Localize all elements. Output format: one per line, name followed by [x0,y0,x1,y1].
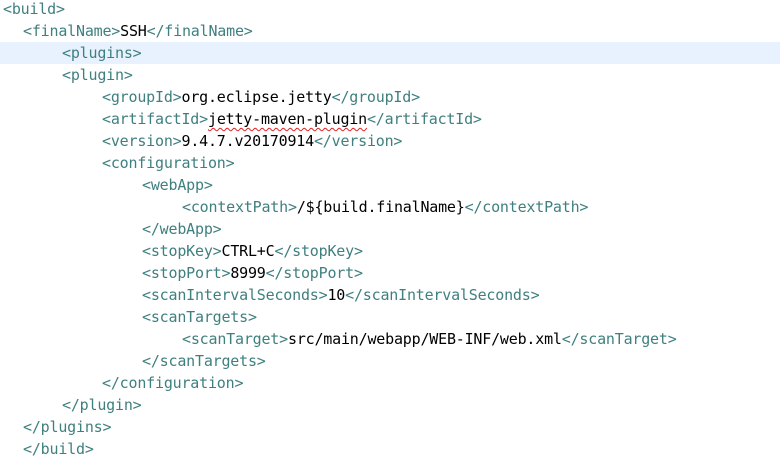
code-line: </build> [0,438,780,460]
xml-close-tag: </contextPath> [464,198,589,216]
code-line: <scanIntervalSeconds>10</scanIntervalSec… [0,284,780,306]
xml-close-tag: </version> [313,132,403,150]
xml-tag: </plugin> [62,396,142,414]
xml-text: SSH [120,22,147,40]
code-line: <artifactId>jetty-maven-plugin</artifact… [0,108,780,130]
xml-close-tag: </groupId> [331,88,421,106]
code-line: <version>9.4.7.v20170914</version> [0,130,780,152]
code-line: <stopPort>8999</stopPort> [0,262,780,284]
xml-open-tag: <scanIntervalSeconds> [142,286,328,304]
xml-tag: <scanTargets> [142,308,257,326]
code-line: <scanTargets> [0,306,780,328]
xml-text: org.eclipse.jetty [181,88,332,106]
xml-text: src/main/webapp/WEB-INF/web.xml [287,330,562,348]
code-line: <plugin> [0,64,780,86]
code-line: </webApp> [0,218,780,240]
xml-open-tag: <groupId> [102,88,182,106]
xml-close-tag: </artifactId> [366,110,482,128]
xml-open-tag: <stopPort> [142,264,231,282]
xml-open-tag: <finalName> [23,22,121,40]
xml-close-tag: </stopKey> [274,242,363,260]
xml-text: /${build.finalName} [296,198,465,216]
xml-text: CTRL+C [221,242,275,260]
code-line: </configuration> [0,372,780,394]
xml-editor[interactable]: <build> <finalName>SSH</finalName> <plug… [0,0,780,464]
code-line: <webApp> [0,174,780,196]
code-line: <configuration> [0,152,780,174]
code-line: <groupId>org.eclipse.jetty</groupId> [0,86,780,108]
xml-open-tag: <contextPath> [182,198,297,216]
xml-tag: </configuration> [102,374,244,392]
xml-tag: <configuration> [102,154,235,172]
xml-text: 10 [327,286,346,304]
code-line: <build> [0,0,780,20]
xml-tag: </webApp> [142,220,222,238]
code-line: <finalName>SSH</finalName> [0,20,780,42]
xml-text-spell-error: jetty-maven-plugin [207,110,367,128]
code-line: <contextPath>/${build.finalName}</contex… [0,196,780,218]
xml-tag: <build> [3,0,65,18]
xml-tag: <plugin> [62,66,133,84]
xml-close-tag: </scanTarget> [561,330,677,348]
xml-tag: </build> [23,440,94,458]
xml-open-tag: <version> [102,132,182,150]
xml-open-tag: <scanTarget> [182,330,288,348]
xml-tag: <plugins> [62,44,142,62]
xml-close-tag: </finalName> [146,22,253,40]
xml-tag: </scanTargets> [142,352,266,370]
code-line: </plugin> [0,394,780,416]
code-line: <stopKey>CTRL+C</stopKey> [0,240,780,262]
code-line: </plugins> [0,416,780,438]
xml-open-tag: <stopKey> [142,242,222,260]
xml-text: 9.4.7.v20170914 [181,132,314,150]
code-line: </scanTargets> [0,350,780,372]
code-line: <scanTarget>src/main/webapp/WEB-INF/web.… [0,328,780,350]
xml-tag: </plugins> [23,418,112,436]
xml-text: 8999 [230,264,266,282]
code-line-current: <plugins> [0,42,780,64]
xml-close-tag: </stopPort> [265,264,363,282]
xml-close-tag: </scanIntervalSeconds> [345,286,540,304]
xml-open-tag: <artifactId> [102,110,208,128]
xml-tag: <webApp> [142,176,213,194]
